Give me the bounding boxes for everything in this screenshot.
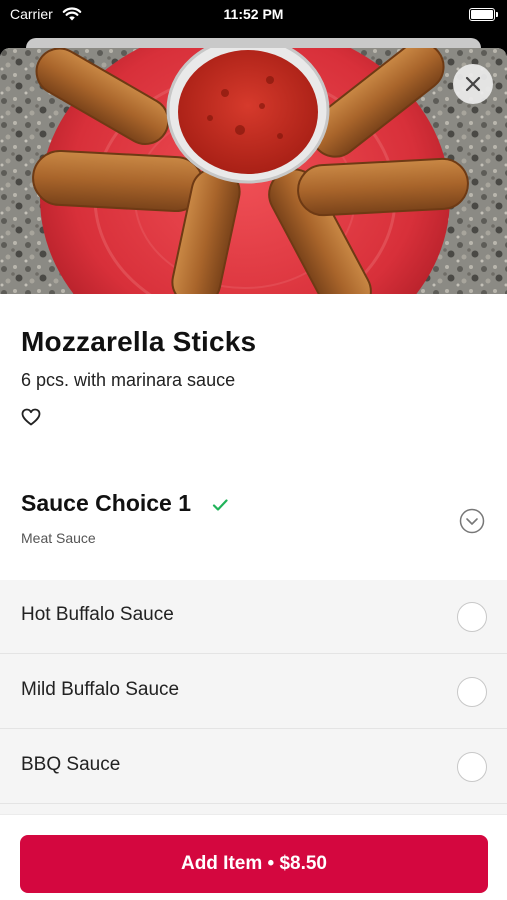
checkmark-icon xyxy=(212,499,228,511)
item-title: Mozzarella Sticks xyxy=(21,326,257,357)
option-row[interactable]: BBQ Sauce xyxy=(0,730,507,804)
option-label: Hot Buffalo Sauce xyxy=(21,604,174,625)
option-label: Mild Buffalo Sauce xyxy=(21,679,180,700)
footer-bar: Add Item • $8.50 xyxy=(0,814,507,900)
item-description: 6 pcs. with marinara sauce xyxy=(21,370,236,390)
item-detail-sheet: Mozzarella Sticks 6 pcs. with marinara s… xyxy=(0,48,507,900)
sauce-options-list: Hot Buffalo Sauce Mild Buffalo Sauce BBQ… xyxy=(0,580,507,820)
status-bar: Carrier 11:52 PM xyxy=(0,0,507,34)
radio-button[interactable] xyxy=(457,752,487,782)
chevron-down-icon[interactable] xyxy=(459,508,485,534)
add-item-button[interactable]: Add Item • $8.50 xyxy=(20,835,488,893)
option-row[interactable]: Mild Buffalo Sauce xyxy=(0,655,507,729)
heart-icon[interactable] xyxy=(20,406,42,428)
item-photo xyxy=(0,48,507,294)
sauce-choice-section-header[interactable]: Sauce Choice 1 Meat Sauce xyxy=(0,468,507,580)
section-title: Sauce Choice 1 xyxy=(21,490,192,516)
option-row[interactable]: Hot Buffalo Sauce xyxy=(0,580,507,654)
divider xyxy=(0,653,507,654)
divider xyxy=(0,803,507,804)
status-time: 11:52 PM xyxy=(223,6,284,22)
divider xyxy=(0,728,507,729)
option-label: BBQ Sauce xyxy=(21,754,121,775)
radio-button[interactable] xyxy=(457,677,487,707)
close-icon xyxy=(465,76,481,92)
battery-icon xyxy=(469,8,498,21)
close-button[interactable] xyxy=(453,64,493,104)
section-selected-value: Meat Sauce xyxy=(21,530,96,546)
radio-button[interactable] xyxy=(457,602,487,632)
